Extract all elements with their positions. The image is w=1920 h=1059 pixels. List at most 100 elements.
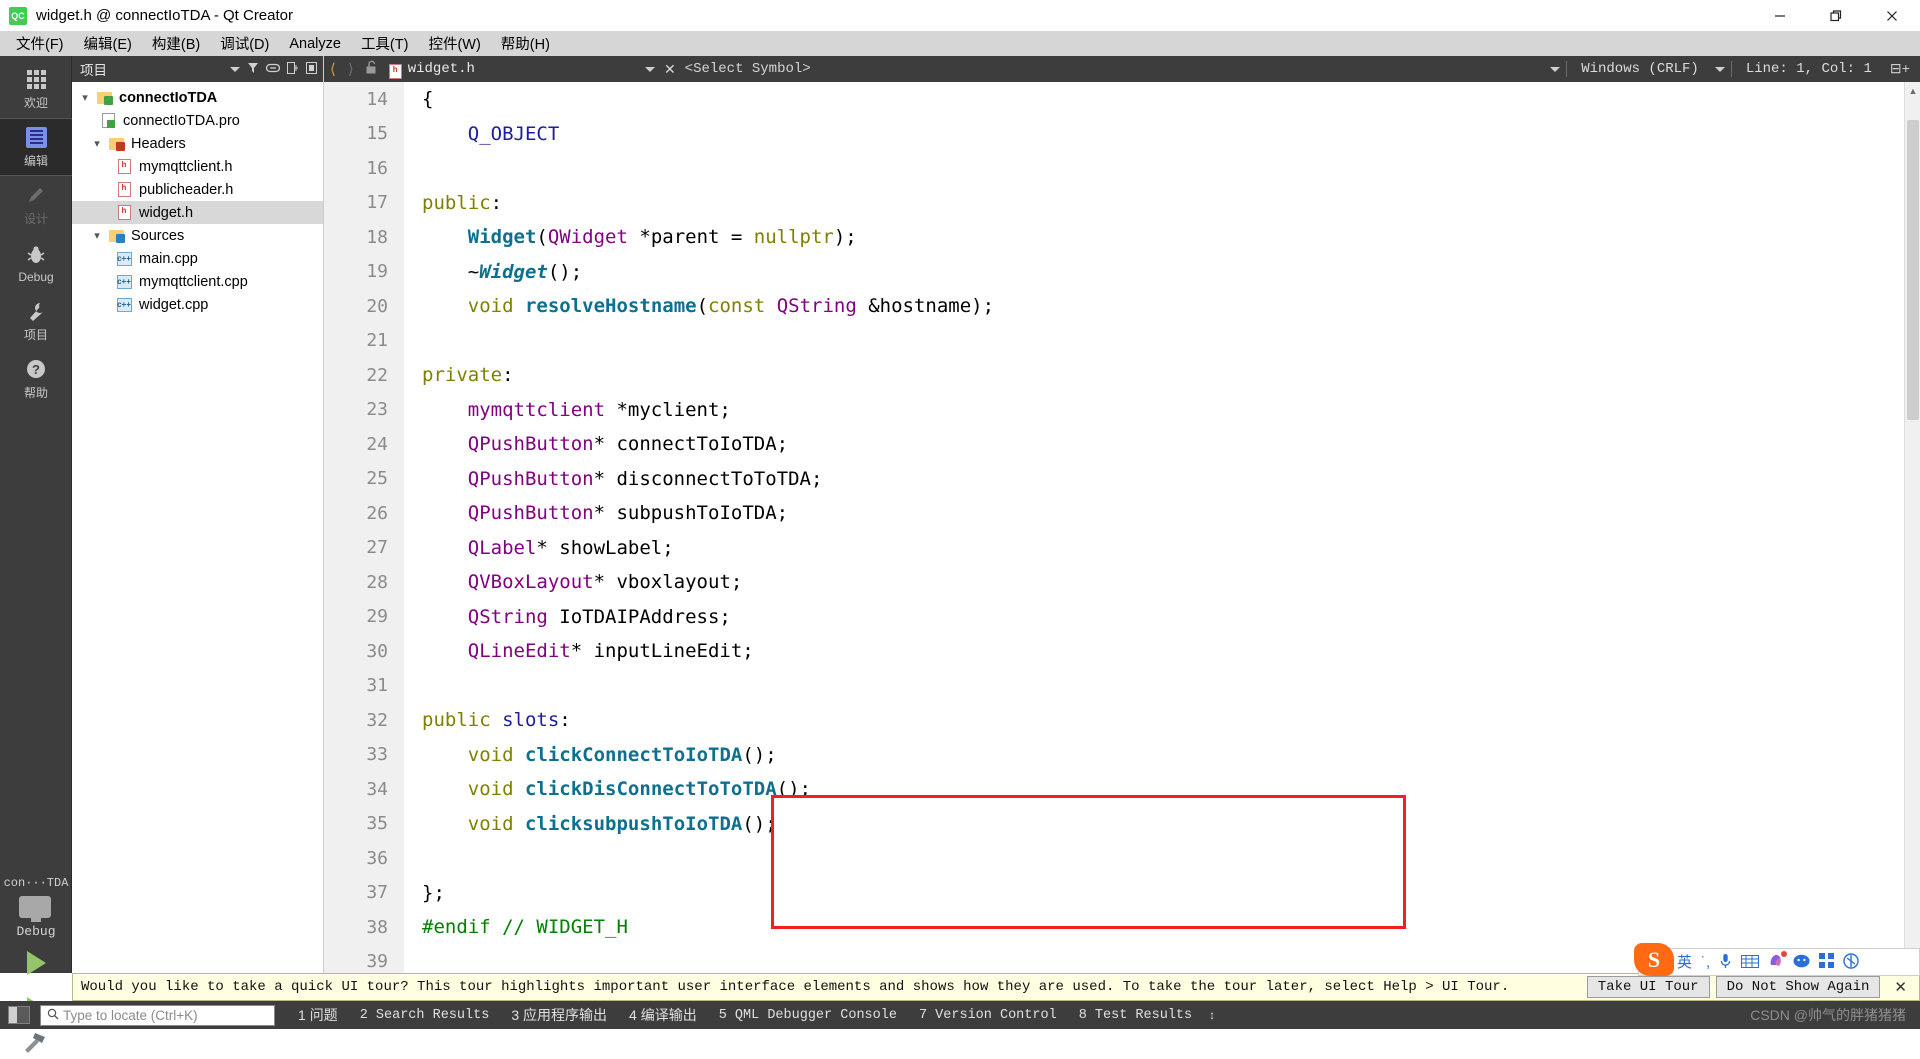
tree-item-connectiotda-pro[interactable]: connectIoTDA.pro [72, 109, 323, 132]
code-line[interactable]: 22 private: [324, 358, 1920, 393]
link-icon[interactable] [265, 62, 281, 76]
code-line[interactable]: 15 Q_OBJECT [324, 117, 1920, 152]
mode-welcome[interactable]: 欢迎 [0, 60, 72, 118]
code-editor[interactable]: 14 {15 Q_OBJECT 16 17 public: 18 Widget(QWidg… [324, 82, 1920, 973]
code-content[interactable]: 14 {15 Q_OBJECT 16 17 public: 18 Widget(QWidg… [324, 82, 1920, 973]
do-not-show-again-button[interactable]: Do Not Show Again [1715, 976, 1881, 998]
chevron-down-icon[interactable] [1714, 66, 1725, 72]
code-line[interactable]: 16 [324, 151, 1920, 186]
up-down-arrow-icon[interactable]: ↕ [1203, 1008, 1215, 1022]
menu-analyze[interactable]: Analyze [279, 34, 351, 54]
scrollbar-thumb[interactable] [1907, 120, 1919, 420]
split-icon[interactable] [287, 62, 299, 76]
mode-edit[interactable]: 编辑 [0, 118, 72, 176]
editor-vertical-scrollbar[interactable]: ▲ ▼ [1904, 82, 1920, 973]
code-line[interactable]: 24 QPushButton* connectToIoTDA; [324, 427, 1920, 462]
code-line[interactable]: 29 QString IoTDAIPAddress; [324, 600, 1920, 635]
output-tab-application-output[interactable]: 3 应用程序输出 [500, 1005, 618, 1025]
toggle-sidebar-icon[interactable] [8, 1006, 30, 1024]
forward-arrow-icon[interactable]: ⟩ [342, 60, 360, 78]
output-tab-version-control[interactable]: 7 Version Control [908, 1008, 1068, 1023]
menu-help[interactable]: 帮助(H) [491, 31, 560, 56]
back-arrow-icon[interactable]: ⟨ [324, 60, 342, 78]
chevron-down-icon[interactable]: ▾ [88, 137, 106, 150]
chevron-down-icon[interactable] [644, 66, 655, 72]
code-line[interactable]: 37}; [324, 876, 1920, 911]
keyboard-icon[interactable] [1741, 954, 1760, 970]
close-icon[interactable]: ✕ [1886, 978, 1915, 996]
code-line[interactable]: 38 #endif // WIDGET_H [324, 910, 1920, 945]
code-line[interactable]: 25 QPushButton* disconnectToToTDA; [324, 462, 1920, 497]
tree-item-connectiotda[interactable]: ▾ connectIoTDA [72, 86, 323, 109]
filter-icon[interactable] [247, 62, 259, 76]
output-tab-qml-debugger-console[interactable]: 5 QML Debugger Console [708, 1008, 908, 1023]
chevron-down-icon[interactable] [230, 66, 240, 72]
code-line[interactable]: 19 ~Widget(); [324, 255, 1920, 290]
toolbox-icon[interactable] [1843, 952, 1859, 972]
mode-debug[interactable]: Debug [0, 234, 72, 292]
output-tab-search-results[interactable]: 2 Search Results [349, 1008, 501, 1023]
mode-projects[interactable]: 项目 [0, 292, 72, 350]
run-triangle-icon[interactable] [26, 951, 46, 975]
output-tab-test-results[interactable]: 8 Test Results [1068, 1008, 1203, 1023]
menu-window[interactable]: 控件(W) [418, 31, 490, 56]
tree-item-publicheader-h[interactable]: h publicheader.h [72, 178, 323, 201]
unlock-icon[interactable] [360, 60, 383, 78]
output-tab-compile-output[interactable]: 4 编译输出 [618, 1005, 708, 1025]
smiley-icon[interactable] [1793, 954, 1810, 971]
locator-input[interactable]: Type to locate (Ctrl+K) [40, 1004, 275, 1026]
ime-lang-english-icon[interactable]: 英 [1677, 955, 1692, 970]
tree-item-mymqttclient-cpp[interactable]: c++ mymqttclient.cpp [72, 270, 323, 293]
apps-icon[interactable] [1819, 953, 1835, 971]
output-tab-issues[interactable]: 1 问题 [287, 1005, 349, 1025]
mode-help[interactable]: ? 帮助 [0, 350, 72, 408]
symbol-selector[interactable]: <Select Symbol> [685, 61, 811, 77]
code-line[interactable]: 21 [324, 324, 1920, 359]
chevron-down-icon[interactable]: ▾ [76, 91, 94, 104]
menu-debug[interactable]: 调试(D) [210, 31, 279, 56]
menu-file[interactable]: 文件(F) [6, 31, 74, 56]
restore-button[interactable] [1808, 0, 1864, 31]
open-file-chip[interactable]: h widget.h [383, 60, 475, 79]
kit-selector[interactable]: con···TDA Debug [0, 876, 72, 1059]
code-line[interactable]: 18 Widget(QWidget *parent = nullptr); [324, 220, 1920, 255]
punctuation-icon[interactable]: ˙, [1701, 955, 1710, 970]
code-line[interactable]: 26 QPushButton* subpushToIoTDA; [324, 496, 1920, 531]
split-editor-icon[interactable]: ⊟+ [1880, 61, 1920, 78]
chevron-down-icon[interactable]: ▾ [88, 229, 106, 242]
close-icon[interactable]: ✕ [655, 61, 685, 78]
tree-item-sources[interactable]: ▾ Sources [72, 224, 323, 247]
tree-item-widget-cpp[interactable]: c++ widget.cpp [72, 293, 323, 316]
code-line[interactable]: 17 public: [324, 186, 1920, 221]
code-line[interactable]: 34 void clickDisConnectToToTDA(); [324, 772, 1920, 807]
code-line[interactable]: 14 { [324, 82, 1920, 117]
code-line[interactable]: 23 mymqttclient *myclient; [324, 393, 1920, 428]
line-ending-selector[interactable]: Windows (CRLF) [1573, 61, 1707, 77]
scroll-up-arrow-icon[interactable]: ▲ [1905, 82, 1920, 99]
minimize-button[interactable] [1752, 0, 1808, 31]
tree-item-mymqttclient-h[interactable]: h mymqttclient.h [72, 155, 323, 178]
code-line[interactable]: 33 void clickConnectToIoTDA(); [324, 738, 1920, 773]
code-line[interactable]: 27 QLabel* showLabel; [324, 531, 1920, 566]
code-line[interactable]: 28 QVBoxLayout* vboxlayout; [324, 565, 1920, 600]
microphone-icon[interactable] [1719, 953, 1732, 972]
settings-icon[interactable] [306, 62, 317, 76]
close-button[interactable] [1864, 0, 1920, 31]
menu-build[interactable]: 构建(B) [142, 31, 210, 56]
tree-item-headers[interactable]: ▾ Headers [72, 132, 323, 155]
code-line[interactable]: 36 [324, 841, 1920, 876]
menu-tools[interactable]: 工具(T) [351, 31, 419, 56]
menu-edit[interactable]: 编辑(E) [74, 31, 142, 56]
skin-icon[interactable] [1768, 951, 1788, 971]
code-line[interactable]: 32 public slots: [324, 703, 1920, 738]
take-ui-tour-button[interactable]: Take UI Tour [1586, 976, 1710, 998]
code-line[interactable]: 30 QLineEdit* inputLineEdit; [324, 634, 1920, 669]
tree-item-main-cpp[interactable]: c++ main.cpp [72, 247, 323, 270]
code-line[interactable]: 20 void resolveHostname(const QString &h… [324, 289, 1920, 324]
tree-item-widget-h[interactable]: h widget.h [72, 201, 323, 224]
code-line[interactable]: 35 void clicksubpushToIoTDA(); [324, 807, 1920, 842]
hammer-icon[interactable] [0, 1031, 72, 1059]
mode-design[interactable]: 设计 [0, 176, 72, 234]
chevron-down-icon[interactable] [1550, 66, 1561, 72]
code-line[interactable]: 31 [324, 669, 1920, 704]
